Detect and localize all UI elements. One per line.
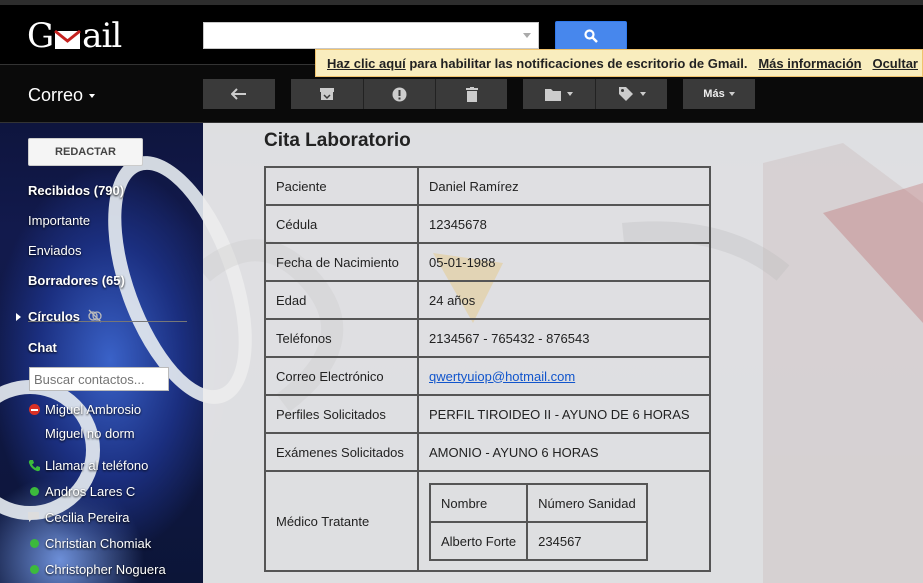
search-options-icon[interactable] <box>523 33 531 38</box>
archive-button[interactable] <box>291 79 363 109</box>
chevron-down-icon <box>728 92 735 96</box>
search-button[interactable] <box>555 21 627 50</box>
field-value: Daniel Ramírez <box>417 166 711 206</box>
archive-icon <box>320 88 334 100</box>
table-row: Paciente Daniel Ramírez <box>264 166 711 206</box>
delete-icon <box>465 86 478 102</box>
sidebar-divider <box>28 321 187 322</box>
patient-info-table: Paciente Daniel Ramírez Cédula 12345678 … <box>264 166 711 572</box>
search-input[interactable] <box>203 22 539 49</box>
desktop-notification-banner: Haz clic aquí para habilitar las notific… <box>315 49 923 77</box>
contact-item[interactable]: Cecilia Pereira <box>45 510 130 525</box>
email-link[interactable]: qwertyuiop@hotmail.com <box>429 369 575 384</box>
sidebar-item-important[interactable]: Importante <box>28 213 90 228</box>
more-info-link[interactable]: Más información <box>758 56 861 71</box>
reply-button[interactable] <box>203 79 275 109</box>
chat-search-input[interactable] <box>29 367 169 391</box>
envelope-icon <box>54 29 82 51</box>
enable-notifications-link[interactable]: Haz clic aquí <box>327 56 406 71</box>
delete-button[interactable] <box>435 79 507 109</box>
email-subject: Cita Laboratorio <box>264 130 411 151</box>
available-status-icon <box>30 487 39 496</box>
report-spam-button[interactable] <box>363 79 435 109</box>
contact-item[interactable]: Christian Chomiak <box>45 536 151 551</box>
sidebar-item-sent[interactable]: Enviados <box>28 243 81 258</box>
search-icon <box>584 28 598 43</box>
chevron-down-icon <box>639 92 646 96</box>
table-row: Edad 24 años <box>264 280 711 320</box>
gmail-logo-text-end: ail <box>82 16 122 56</box>
column-header: Nombre <box>428 483 529 523</box>
field-label: Teléfonos <box>264 318 419 358</box>
expand-circles-icon[interactable] <box>16 313 21 321</box>
field-value: AMONIO - AYUNO 6 HORAS <box>417 432 711 472</box>
mail-menu-label: Correo <box>28 85 84 105</box>
field-value: PERFIL TIROIDEO II - AYUNO DE 6 HORAS <box>417 394 711 434</box>
mobile-status-icon <box>28 512 39 522</box>
notification-message: para habilitar las notificaciones de esc… <box>405 56 748 71</box>
gmail-logo-text: G <box>27 16 54 56</box>
table-row: Nombre Número Sanidad <box>428 483 648 523</box>
chevron-down-icon <box>89 93 96 98</box>
gmail-logo[interactable]: G ail <box>27 16 122 56</box>
field-label: Exámenes Solicitados <box>264 432 419 472</box>
phone-icon <box>28 460 40 472</box>
field-value: 2134567 - 765432 - 876543 <box>417 318 711 358</box>
contact-item[interactable]: Christopher Noguera <box>45 562 166 577</box>
field-value: 24 años <box>417 280 711 320</box>
field-value: qwertyuiop@hotmail.com <box>417 356 711 396</box>
contact-item[interactable]: Andros Lares C <box>45 484 135 499</box>
contact-item[interactable]: Miguel no dorm <box>45 426 135 441</box>
report-spam-icon <box>392 87 407 101</box>
field-label: Perfiles Solicitados <box>264 394 419 434</box>
available-status-icon <box>30 565 39 574</box>
available-status-icon <box>30 539 39 548</box>
labels-button[interactable] <box>595 79 667 109</box>
table-row: Perfiles Solicitados PERFIL TIROIDEO II … <box>264 394 711 434</box>
field-value: 12345678 <box>417 204 711 244</box>
chevron-down-icon <box>567 92 573 96</box>
compose-button[interactable]: REDACTAR <box>28 138 143 166</box>
table-row: Teléfonos 2134567 - 765432 - 876543 <box>264 318 711 358</box>
move-to-button[interactable] <box>523 79 595 109</box>
table-row: Médico Tratante Nombre Número Sanidad Al… <box>264 470 711 572</box>
more-button[interactable]: Más <box>683 79 755 109</box>
table-cell: 234567 <box>526 521 648 561</box>
more-button-label: Más <box>703 88 725 100</box>
email-view: Cita Laboratorio Paciente Daniel Ramírez… <box>203 123 923 583</box>
table-row: Alberto Forte 234567 <box>428 521 648 561</box>
hide-link[interactable]: Ocultar <box>872 56 918 71</box>
label-icon <box>618 87 633 101</box>
sidebar-item-drafts[interactable]: Borradores (65) <box>28 273 125 288</box>
field-label: Paciente <box>264 166 419 206</box>
chat-heading: Chat <box>28 340 57 355</box>
contact-item[interactable]: Miguel Ambrosio <box>45 402 141 417</box>
sidebar-item-inbox[interactable]: Recibidos (790) <box>28 183 124 198</box>
field-label: Cédula <box>264 204 419 244</box>
left-sidebar: REDACTAR Recibidos (790) Importante Envi… <box>0 123 203 583</box>
field-value: 05-01-1988 <box>417 242 711 282</box>
doctor-table: Nombre Número Sanidad Alberto Forte 2345… <box>428 483 648 561</box>
table-row: Exámenes Solicitados AMONIO - AYUNO 6 HO… <box>264 432 711 472</box>
folder-icon <box>545 88 561 101</box>
column-header: Número Sanidad <box>526 483 648 523</box>
table-row: Cédula 12345678 <box>264 204 711 244</box>
field-value: Nombre Número Sanidad Alberto Forte 2345… <box>417 470 711 572</box>
table-row: Correo Electrónico qwertyuiop@hotmail.co… <box>264 356 711 396</box>
field-label: Correo Electrónico <box>264 356 419 396</box>
mail-menu[interactable]: Correo <box>28 85 96 106</box>
field-label: Médico Tratante <box>264 470 419 572</box>
field-label: Fecha de Nacimiento <box>264 242 419 282</box>
field-label: Edad <box>264 280 419 320</box>
call-phone-item[interactable]: Llamar al teléfono <box>45 458 148 473</box>
reply-icon <box>231 88 246 100</box>
table-cell: Alberto Forte <box>428 521 529 561</box>
table-row: Fecha de Nacimiento 05-01-1988 <box>264 242 711 282</box>
busy-status-icon <box>29 404 40 415</box>
